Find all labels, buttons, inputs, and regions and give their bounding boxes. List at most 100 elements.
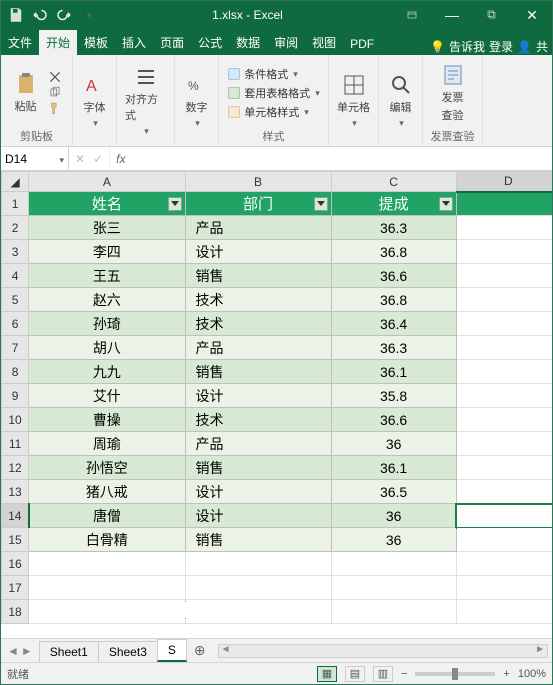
cell[interactable] bbox=[456, 240, 552, 264]
cell[interactable] bbox=[456, 312, 552, 336]
fx-icon[interactable]: fx bbox=[110, 147, 131, 170]
save-icon[interactable] bbox=[7, 6, 25, 24]
cell-dept[interactable]: 销售 bbox=[185, 456, 331, 480]
row-header[interactable]: 5 bbox=[2, 288, 29, 312]
row-header[interactable]: 9 bbox=[2, 384, 29, 408]
horizontal-scrollbar[interactable] bbox=[218, 644, 548, 658]
redo-icon[interactable] bbox=[55, 6, 73, 24]
cell-name[interactable]: 孙悟空 bbox=[29, 456, 185, 480]
format-painter-icon[interactable] bbox=[46, 102, 64, 116]
col-header-B[interactable]: B bbox=[185, 172, 331, 192]
zoom-slider[interactable] bbox=[415, 672, 495, 676]
close-icon[interactable]: ✕ bbox=[512, 1, 552, 29]
tab-home[interactable]: 开始 bbox=[39, 30, 77, 55]
cell-comm[interactable]: 36.6 bbox=[331, 264, 456, 288]
col-header-D[interactable]: D bbox=[456, 172, 552, 192]
tab-pdf[interactable]: PDF bbox=[343, 33, 381, 55]
view-normal-icon[interactable]: ▦ bbox=[317, 666, 337, 682]
zoom-level[interactable]: 100% bbox=[518, 668, 546, 680]
conditional-format-button[interactable]: 条件格式 bbox=[225, 65, 322, 83]
row-header[interactable]: 1 bbox=[2, 192, 29, 216]
table-header-comm[interactable]: 提成 bbox=[331, 192, 456, 216]
row-header[interactable]: 11 bbox=[2, 432, 29, 456]
cell-comm[interactable]: 35.8 bbox=[331, 384, 456, 408]
cell-comm[interactable]: 36 bbox=[331, 528, 456, 552]
cell-dept[interactable]: 销售 bbox=[185, 360, 331, 384]
ribbon-display-options-icon[interactable] bbox=[392, 1, 432, 29]
minimize-icon[interactable]: — bbox=[432, 1, 472, 29]
alignment-button[interactable]: 对齐方式 bbox=[121, 63, 170, 139]
table-header-name[interactable]: 姓名 bbox=[29, 192, 185, 216]
cell-name[interactable]: 周瑜 bbox=[29, 432, 185, 456]
tab-page[interactable]: 页面 bbox=[153, 30, 191, 55]
sheet-tab[interactable]: Sheet3 bbox=[98, 641, 158, 662]
col-header-C[interactable]: C bbox=[331, 172, 456, 192]
tab-formula[interactable]: 公式 bbox=[191, 30, 229, 55]
qat-more-icon[interactable] bbox=[79, 6, 97, 24]
row-header[interactable]: 4 bbox=[2, 264, 29, 288]
cell-comm[interactable]: 36.5 bbox=[331, 480, 456, 504]
cell-name[interactable]: 胡八 bbox=[29, 336, 185, 360]
cell-comm[interactable]: 36.6 bbox=[331, 408, 456, 432]
signin[interactable]: 登录 bbox=[489, 38, 513, 55]
cell-dept[interactable]: 设计 bbox=[185, 504, 331, 528]
cancel-formula-icon[interactable]: ✕ bbox=[75, 152, 85, 166]
row-header[interactable]: 2 bbox=[2, 216, 29, 240]
cell-name[interactable]: 猪八戒 bbox=[29, 480, 185, 504]
bulb-icon[interactable]: 💡 bbox=[430, 40, 445, 54]
filter-icon[interactable] bbox=[439, 197, 453, 211]
copy-icon[interactable] bbox=[46, 86, 64, 100]
sheet-nav-prev-icon[interactable]: ◄ bbox=[7, 644, 19, 658]
enter-formula-icon[interactable]: ✓ bbox=[93, 152, 103, 166]
cell-name[interactable]: 艾什 bbox=[29, 384, 185, 408]
view-page-layout-icon[interactable]: ▤ bbox=[345, 666, 365, 682]
cell-name[interactable]: 张三 bbox=[29, 216, 185, 240]
filter-icon[interactable] bbox=[314, 197, 328, 211]
cell-dept[interactable]: 产品 bbox=[185, 216, 331, 240]
font-button[interactable]: A 字体 bbox=[79, 71, 111, 131]
row-header[interactable]: 15 bbox=[2, 528, 29, 552]
cell[interactable] bbox=[456, 192, 552, 216]
name-box-dropdown-icon[interactable] bbox=[57, 152, 64, 166]
row-header[interactable]: 7 bbox=[2, 336, 29, 360]
cell[interactable] bbox=[456, 360, 552, 384]
cell-comm[interactable]: 36.1 bbox=[331, 360, 456, 384]
share-label[interactable]: 共 bbox=[536, 38, 548, 55]
cell-comm[interactable]: 36.1 bbox=[331, 456, 456, 480]
name-box[interactable] bbox=[1, 147, 69, 170]
cell-dept[interactable]: 销售 bbox=[185, 528, 331, 552]
row-header[interactable]: 10 bbox=[2, 408, 29, 432]
cell-dept[interactable]: 销售 bbox=[185, 264, 331, 288]
editing-button[interactable]: 编辑 bbox=[385, 71, 417, 131]
add-sheet-icon[interactable]: ⊕ bbox=[186, 642, 214, 659]
sheet-tab[interactable]: Sheet1 bbox=[39, 641, 99, 662]
formula-input[interactable] bbox=[131, 147, 552, 170]
row-header[interactable]: 18 bbox=[2, 600, 29, 624]
share-icon[interactable]: 👤 bbox=[517, 40, 532, 54]
cell[interactable] bbox=[456, 336, 552, 360]
cell[interactable] bbox=[456, 216, 552, 240]
number-button[interactable]: % 数字 bbox=[181, 71, 213, 131]
cell[interactable] bbox=[456, 408, 552, 432]
cell-dept[interactable]: 产品 bbox=[185, 432, 331, 456]
cell-comm[interactable]: 36.8 bbox=[331, 288, 456, 312]
cell[interactable] bbox=[456, 528, 552, 552]
cell-dept[interactable]: 技术 bbox=[185, 312, 331, 336]
cell-dept[interactable]: 技术 bbox=[185, 408, 331, 432]
cell-comm[interactable]: 36.3 bbox=[331, 216, 456, 240]
cell-dept[interactable]: 技术 bbox=[185, 288, 331, 312]
cell-comm[interactable]: 36.4 bbox=[331, 312, 456, 336]
cell-styles-button[interactable]: 单元格样式 bbox=[225, 103, 322, 121]
invoice-check-button[interactable]: 发票 查验 bbox=[437, 61, 469, 125]
view-page-break-icon[interactable]: ▥ bbox=[373, 666, 393, 682]
cell-name[interactable]: 赵六 bbox=[29, 288, 185, 312]
cell[interactable] bbox=[456, 264, 552, 288]
tab-template[interactable]: 模板 bbox=[77, 30, 115, 55]
cells-button[interactable]: 单元格 bbox=[333, 71, 374, 131]
cell[interactable] bbox=[456, 480, 552, 504]
format-as-table-button[interactable]: 套用表格格式 bbox=[225, 84, 322, 102]
cell-comm[interactable]: 36 bbox=[331, 432, 456, 456]
cell-dept[interactable]: 设计 bbox=[185, 480, 331, 504]
row-header[interactable]: 8 bbox=[2, 360, 29, 384]
row-header[interactable]: 16 bbox=[2, 552, 29, 576]
